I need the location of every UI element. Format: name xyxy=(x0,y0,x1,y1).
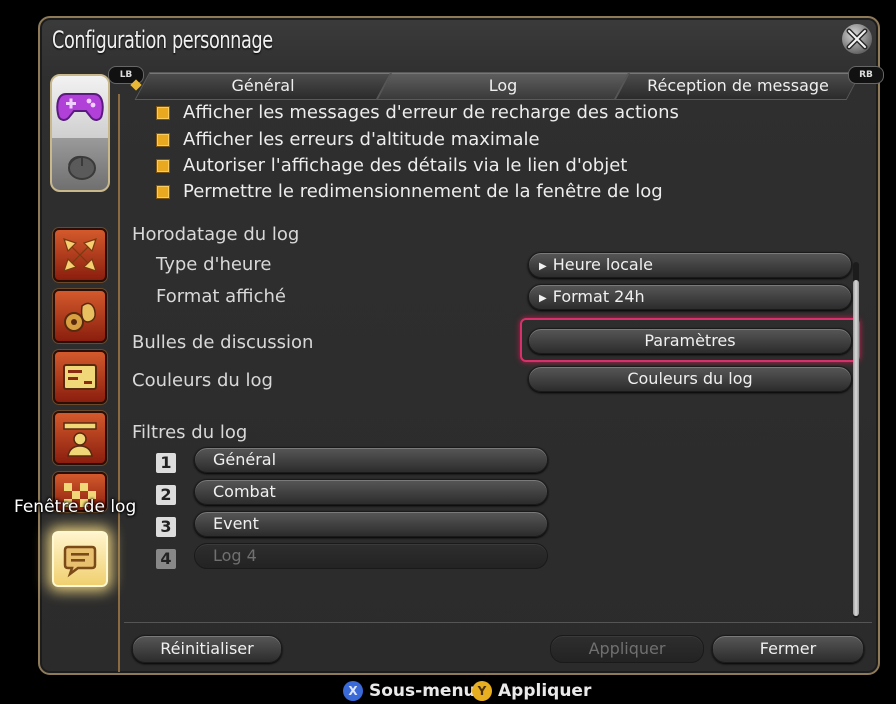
apply-button[interactable]: Appliquer xyxy=(550,635,704,663)
tab-log-label: Log xyxy=(488,76,518,95)
close-button[interactable]: Fermer xyxy=(712,635,864,663)
tab-log[interactable]: Log xyxy=(376,72,630,100)
filter-number-4: 4 xyxy=(156,549,176,569)
checkbox[interactable] xyxy=(156,105,170,120)
category-character[interactable] xyxy=(53,411,107,465)
category-card[interactable] xyxy=(53,350,107,404)
chat-log-icon xyxy=(63,545,97,578)
filter-number-3: 3 xyxy=(156,517,176,537)
tab-general-label: Général xyxy=(231,76,295,95)
tab-general[interactable]: Général xyxy=(134,72,392,100)
checkbox[interactable] xyxy=(156,132,170,147)
hint-submenu-label: Sous-menu xyxy=(369,681,476,701)
filter-log4-button[interactable]: Log 4 xyxy=(194,543,548,569)
tab-message-reception[interactable]: Réception de message xyxy=(614,72,862,100)
format-label: Format affiché xyxy=(156,286,286,307)
reset-button[interactable]: Réinitialiser xyxy=(132,635,282,663)
check-altitude-errors[interactable]: Afficher les erreurs d'altitude maximale xyxy=(156,129,540,150)
rb-badge: RB xyxy=(848,66,884,84)
footer-divider xyxy=(124,622,872,623)
check-resize-log[interactable]: Permettre le redimensionnement de la fen… xyxy=(156,181,663,202)
filter-general-button[interactable]: Général xyxy=(194,447,548,473)
time-type-label: Type d'heure xyxy=(156,254,272,275)
hint-submenu: X Sous-menu xyxy=(343,681,476,701)
arrows-icon xyxy=(63,238,97,272)
close-window-button[interactable] xyxy=(842,24,872,54)
filters-heading: Filtres du log xyxy=(132,422,248,443)
check-label: Permettre le redimensionnement de la fen… xyxy=(183,181,663,202)
filter-event-button[interactable]: Event xyxy=(194,511,548,537)
time-type-dropdown[interactable]: ▶ Heure locale xyxy=(528,252,852,278)
filter-number-1: 1 xyxy=(156,453,176,473)
character-icon xyxy=(63,422,97,457)
bubbles-settings-button[interactable]: Paramètres xyxy=(528,328,852,354)
gamepad-mode[interactable] xyxy=(52,76,108,138)
checkbox[interactable] xyxy=(156,158,170,173)
card-icon xyxy=(63,364,97,390)
tab-message-reception-label: Réception de message xyxy=(647,76,829,95)
y-button-icon: Y xyxy=(472,681,492,701)
scrollbar[interactable] xyxy=(853,262,859,618)
log-colors-button[interactable]: Couleurs du log xyxy=(528,366,852,392)
check-label: Afficher les erreurs d'altitude maximale xyxy=(183,129,540,150)
close-icon xyxy=(846,28,868,50)
category-general[interactable] xyxy=(53,228,107,282)
hint-apply-label: Appliquer xyxy=(498,681,592,701)
mouse-mode[interactable] xyxy=(52,138,108,190)
check-item-link-details[interactable]: Autoriser l'affichage des détails via le… xyxy=(156,155,627,176)
check-label: Autoriser l'affichage des détails via le… xyxy=(183,155,628,176)
check-recast-errors[interactable]: Afficher les messages d'erreur de rechar… xyxy=(156,102,679,123)
hint-apply: Y Appliquer xyxy=(472,681,591,701)
triangle-right-icon: ▶ xyxy=(539,293,547,304)
input-mode-toggle[interactable] xyxy=(50,74,110,192)
triangle-right-icon: ▶ xyxy=(539,261,547,272)
bubbles-label: Bulles de discussion xyxy=(132,332,314,353)
gear-bag-icon xyxy=(64,302,96,332)
scrollbar-thumb[interactable] xyxy=(853,280,859,616)
tab-bar: LB Général Log Réception de message RB xyxy=(108,66,884,100)
x-button-icon: X xyxy=(343,681,363,701)
check-label: Afficher les messages d'erreur de rechar… xyxy=(183,102,679,123)
log-colors-label: Couleurs du log xyxy=(132,370,273,391)
filter-combat-button[interactable]: Combat xyxy=(194,479,548,505)
category-log-window[interactable] xyxy=(52,531,108,587)
window-title: Configuration personnage xyxy=(52,26,273,54)
timestamp-heading: Horodatage du log xyxy=(132,224,300,245)
rail-separator xyxy=(118,94,120,672)
format-value: Format 24h xyxy=(552,287,645,306)
gamepad-icon xyxy=(56,93,104,121)
time-type-value: Heure locale xyxy=(552,255,653,274)
category-tooltip: Fenêtre de log xyxy=(14,497,137,517)
checkbox[interactable] xyxy=(156,184,170,199)
category-items[interactable] xyxy=(53,289,107,343)
format-dropdown[interactable]: ▶ Format 24h xyxy=(528,284,852,310)
mouse-icon xyxy=(68,155,96,180)
filter-number-2: 2 xyxy=(156,485,176,505)
